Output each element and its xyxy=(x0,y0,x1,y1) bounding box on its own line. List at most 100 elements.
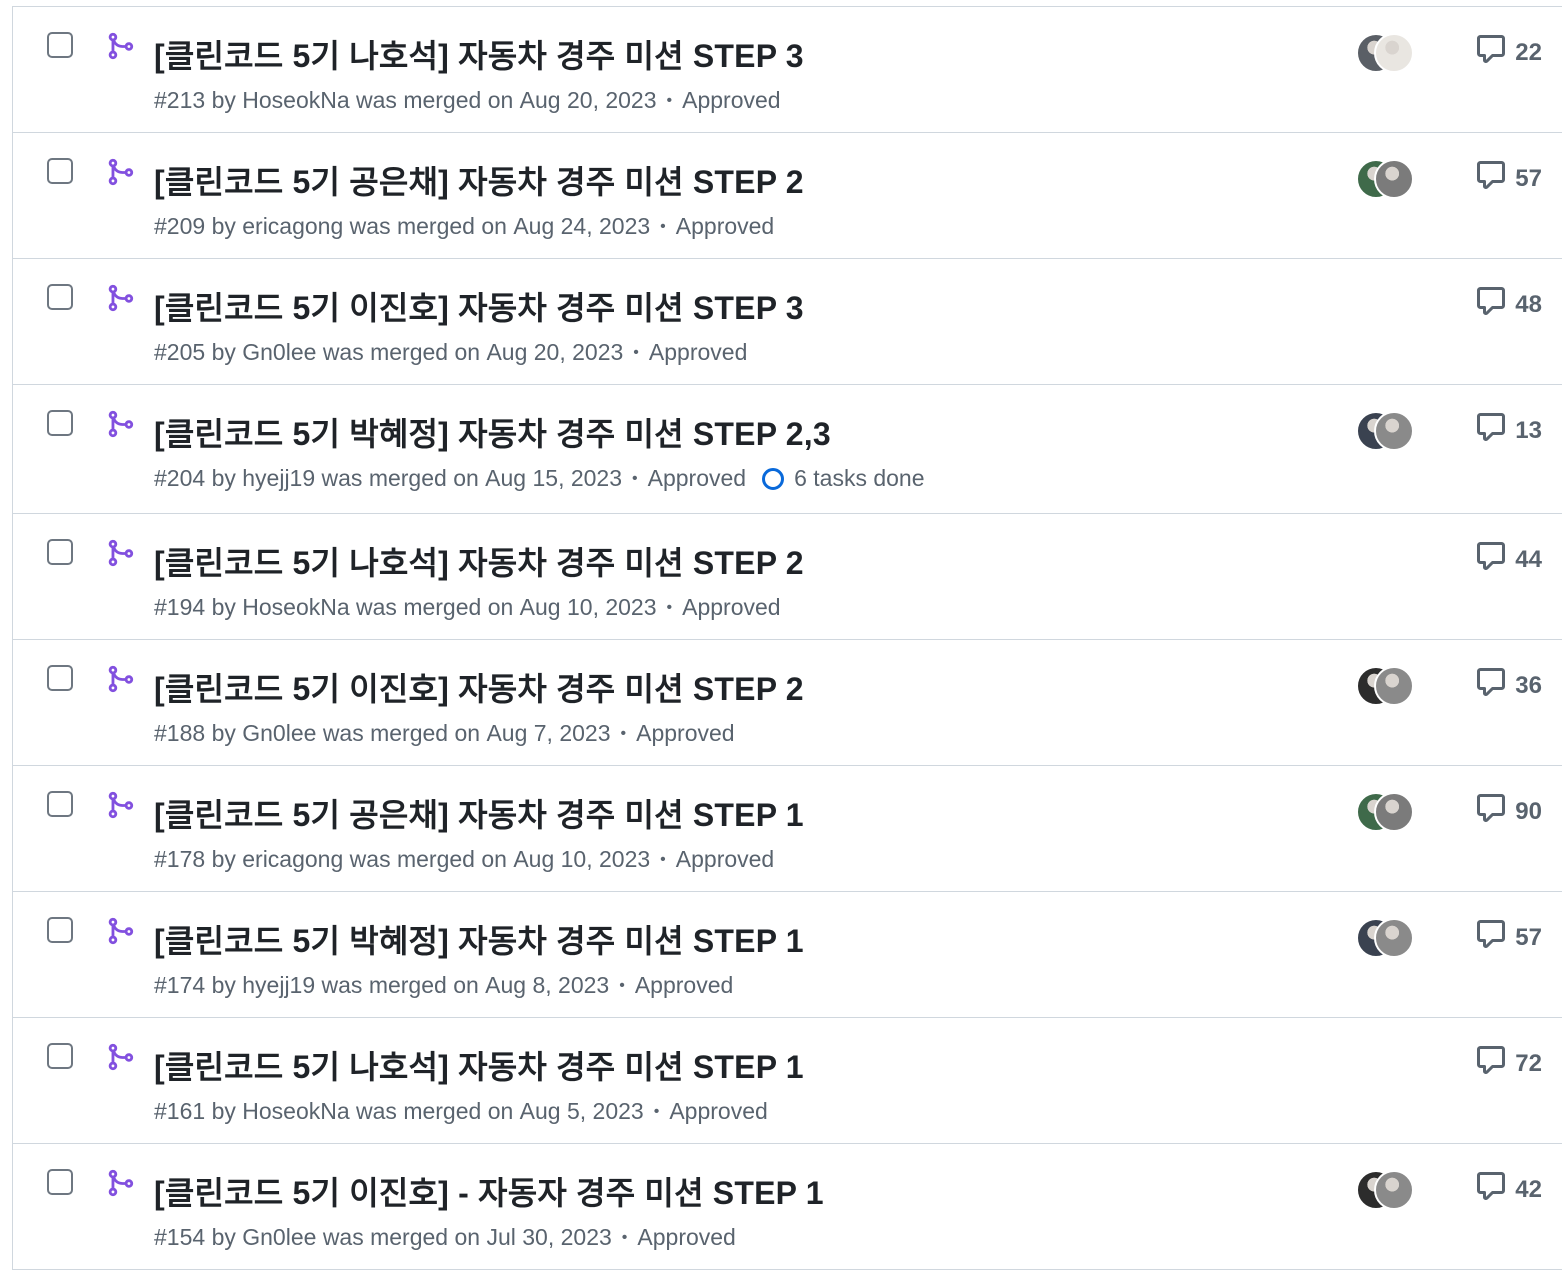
author-link[interactable]: HoseokNa xyxy=(242,594,349,621)
by-label: by xyxy=(211,213,236,239)
assignee-avatars[interactable] xyxy=(1356,1170,1416,1212)
author-link[interactable]: HoseokNa xyxy=(242,1098,349,1125)
assignee-avatars[interactable] xyxy=(1356,792,1416,834)
select-checkbox[interactable] xyxy=(47,410,73,436)
comments-link[interactable]: 57 xyxy=(1475,918,1542,957)
pull-request-title[interactable]: [클린코드 5기 이진호] 자동차 경주 미션 STEP 3 xyxy=(154,283,804,329)
review-status[interactable]: Approved xyxy=(669,1098,767,1125)
merged-date: Aug 8, 2023 xyxy=(485,972,610,998)
comments-link[interactable]: 13 xyxy=(1475,411,1542,450)
pull-request-meta: #205 by Gn0lee was merged on Aug 20, 202… xyxy=(154,339,747,366)
author-link[interactable]: Gn0lee xyxy=(242,720,316,747)
comment-count: 42 xyxy=(1515,1175,1542,1203)
assignee-avatars[interactable] xyxy=(1356,666,1416,708)
assignee-avatars[interactable] xyxy=(1356,33,1416,75)
review-status[interactable]: Approved xyxy=(637,1224,735,1251)
comment-icon xyxy=(1475,285,1507,324)
comments-link[interactable]: 72 xyxy=(1475,1044,1542,1083)
select-checkbox[interactable] xyxy=(47,665,73,691)
pull-request-number[interactable]: #209 xyxy=(154,213,205,240)
pull-request-number[interactable]: #213 xyxy=(154,87,205,114)
by-label: by xyxy=(211,339,236,365)
comment-icon xyxy=(1475,540,1507,579)
select-checkbox[interactable] xyxy=(47,791,73,817)
select-checkbox[interactable] xyxy=(47,1169,73,1195)
review-status[interactable]: Approved xyxy=(649,339,747,366)
author-link[interactable]: HoseokNa xyxy=(242,87,349,114)
review-status[interactable]: Approved xyxy=(636,720,734,747)
author-link[interactable]: hyejj19 xyxy=(242,972,315,999)
comment-count: 72 xyxy=(1515,1049,1542,1077)
merged-label: was merged on xyxy=(356,87,514,113)
review-status[interactable]: Approved xyxy=(676,213,774,240)
pull-request-number[interactable]: #204 xyxy=(154,465,205,492)
pull-request-title[interactable]: [클린코드 5기 공은채] 자동차 경주 미션 STEP 1 xyxy=(154,790,804,836)
tasks-status[interactable]: 6 tasks done xyxy=(762,465,925,492)
comments-link[interactable]: 57 xyxy=(1475,159,1542,198)
comments-link[interactable]: 42 xyxy=(1475,1170,1542,1209)
author-link[interactable]: Gn0lee xyxy=(242,339,316,366)
avatar[interactable] xyxy=(1374,792,1414,832)
comments-link[interactable]: 44 xyxy=(1475,540,1542,579)
comments-link[interactable]: 36 xyxy=(1475,666,1542,705)
comment-icon xyxy=(1475,159,1507,198)
select-checkbox[interactable] xyxy=(47,917,73,943)
pull-request-title[interactable]: [클린코드 5기 나호석] 자동차 경주 미션 STEP 3 xyxy=(154,31,804,77)
assignee-avatars[interactable] xyxy=(1356,918,1416,960)
review-status[interactable]: Approved xyxy=(635,972,733,999)
merged-date: Aug 20, 2023 xyxy=(486,339,624,365)
review-status[interactable]: Approved xyxy=(682,594,780,621)
pull-request-title[interactable]: [클린코드 5기 이진호] - 자동자 경주 미션 STEP 1 xyxy=(154,1168,824,1214)
author-link[interactable]: ericagong xyxy=(242,846,343,873)
select-checkbox[interactable] xyxy=(47,1043,73,1069)
pull-request-title[interactable]: [클린코드 5기 나호석] 자동차 경주 미션 STEP 1 xyxy=(154,1042,804,1088)
avatar[interactable] xyxy=(1374,411,1414,451)
select-checkbox[interactable] xyxy=(47,539,73,565)
separator-dot: • xyxy=(632,469,638,487)
pull-request-meta: #204 by hyejj19 was merged on Aug 15, 20… xyxy=(154,465,925,492)
select-checkbox[interactable] xyxy=(47,284,73,310)
comment-icon xyxy=(1475,918,1507,957)
avatar[interactable] xyxy=(1374,918,1414,958)
review-status[interactable]: Approved xyxy=(682,87,780,114)
pull-request-title[interactable]: [클린코드 5기 공은채] 자동차 경주 미션 STEP 2 xyxy=(154,157,804,203)
merged-label: was merged on xyxy=(349,213,507,239)
git-merge-icon xyxy=(105,664,135,694)
comments-link[interactable]: 90 xyxy=(1475,792,1542,831)
comments-link[interactable]: 48 xyxy=(1475,285,1542,324)
pull-request-row: [클린코드 5기 이진호] 자동차 경주 미션 STEP 2 #188 by G… xyxy=(13,640,1562,766)
author-link[interactable]: ericagong xyxy=(242,213,343,240)
separator-dot: • xyxy=(660,217,666,235)
separator-dot: • xyxy=(660,850,666,868)
pull-request-list: [클린코드 5기 나호석] 자동차 경주 미션 STEP 3 #213 by H… xyxy=(12,6,1562,1270)
comments-link[interactable]: 22 xyxy=(1475,33,1542,72)
pull-request-title[interactable]: [클린코드 5기 나호석] 자동차 경주 미션 STEP 2 xyxy=(154,538,804,584)
assignee-avatars[interactable] xyxy=(1356,411,1416,453)
pull-request-number[interactable]: #188 xyxy=(154,720,205,747)
avatar[interactable] xyxy=(1374,666,1414,706)
author-link[interactable]: Gn0lee xyxy=(242,1224,316,1251)
pull-request-number[interactable]: #178 xyxy=(154,846,205,873)
pull-request-row: [클린코드 5기 이진호] - 자동자 경주 미션 STEP 1 #154 by… xyxy=(13,1144,1562,1270)
avatar[interactable] xyxy=(1374,1170,1414,1210)
avatar[interactable] xyxy=(1374,33,1414,73)
by-label: by xyxy=(211,720,236,746)
pull-request-number[interactable]: #174 xyxy=(154,972,205,999)
select-checkbox[interactable] xyxy=(47,158,73,184)
avatar[interactable] xyxy=(1374,159,1414,199)
git-merge-icon xyxy=(105,283,135,313)
pull-request-number[interactable]: #154 xyxy=(154,1224,205,1251)
author-link[interactable]: hyejj19 xyxy=(242,465,315,492)
pull-request-number[interactable]: #161 xyxy=(154,1098,205,1125)
select-checkbox[interactable] xyxy=(47,32,73,58)
review-status[interactable]: Approved xyxy=(648,465,746,492)
git-merge-icon xyxy=(105,1042,135,1072)
review-status[interactable]: Approved xyxy=(676,846,774,873)
pull-request-title[interactable]: [클린코드 5기 박혜정] 자동차 경주 미션 STEP 2,3 xyxy=(154,409,831,455)
by-label: by xyxy=(211,1098,236,1124)
pull-request-title[interactable]: [클린코드 5기 박혜정] 자동차 경주 미션 STEP 1 xyxy=(154,916,804,962)
assignee-avatars[interactable] xyxy=(1356,159,1416,201)
pull-request-title[interactable]: [클린코드 5기 이진호] 자동차 경주 미션 STEP 2 xyxy=(154,664,804,710)
pull-request-number[interactable]: #205 xyxy=(154,339,205,366)
pull-request-number[interactable]: #194 xyxy=(154,594,205,621)
